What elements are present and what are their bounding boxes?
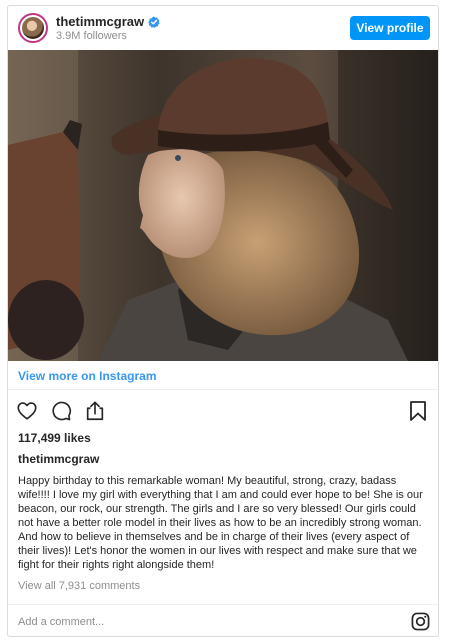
divider bbox=[8, 389, 438, 390]
add-comment-bar bbox=[8, 604, 438, 636]
share-icon[interactable] bbox=[84, 400, 106, 422]
view-all-comments-link[interactable]: View all 7,931 comments bbox=[18, 580, 140, 592]
post-actions bbox=[16, 400, 106, 422]
heart-icon[interactable] bbox=[16, 400, 38, 422]
username[interactable]: thetimmcgraw bbox=[56, 14, 144, 29]
post-header: thetimmcgraw 3.9M followers View profile bbox=[8, 6, 438, 50]
photo-woman-in-hat-icon bbox=[8, 50, 438, 361]
view-profile-button[interactable]: View profile bbox=[350, 16, 430, 40]
avatar[interactable] bbox=[18, 13, 48, 43]
post-caption: Happy birthday to this remarkable woman!… bbox=[18, 475, 423, 571]
instagram-embed: thetimmcgraw 3.9M followers View profile bbox=[7, 5, 439, 637]
caption-username[interactable]: thetimmcgraw bbox=[18, 452, 99, 466]
verified-badge-icon bbox=[148, 16, 160, 28]
like-count[interactable]: 117,499 likes bbox=[18, 431, 91, 445]
comment-icon[interactable] bbox=[50, 400, 72, 422]
comment-input[interactable] bbox=[18, 613, 378, 631]
post-photo[interactable] bbox=[8, 50, 438, 361]
follower-count: 3.9M followers bbox=[56, 30, 127, 42]
username-row: thetimmcgraw bbox=[56, 14, 160, 29]
avatar-image bbox=[20, 15, 46, 41]
instagram-logo-icon[interactable] bbox=[411, 612, 430, 631]
view-more-on-instagram-link[interactable]: View more on Instagram bbox=[18, 369, 157, 383]
bookmark-icon[interactable] bbox=[408, 400, 428, 422]
